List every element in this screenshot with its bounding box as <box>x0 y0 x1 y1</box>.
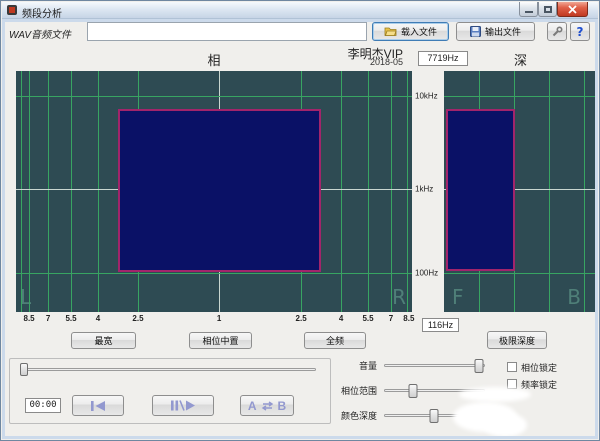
white-smudge <box>459 387 531 402</box>
gridline-vertical <box>29 71 30 312</box>
checkbox-row: 相位锁定 <box>507 361 557 373</box>
x-ticks: 8.5 7 5.5 4 2.5 1 2.5 4 5.5 7 8.5 <box>16 314 412 324</box>
frequency-lock-label: 频率锁定 <box>521 378 557 391</box>
app-window: 频段分析 WAV音频文件 载入文件 输出文件 ? 相 深 李明杰VIP 2018… <box>0 0 600 441</box>
output-file-label: 输出文件 <box>485 25 521 38</box>
frequency-axis-label: 10kHz <box>415 92 438 101</box>
gridline-vertical <box>391 71 392 312</box>
gridline-vertical <box>48 71 49 312</box>
player-panel: 00:00 A B <box>9 358 331 424</box>
ab-loop-b-label: B <box>278 399 287 413</box>
wav-file-input[interactable] <box>87 22 367 41</box>
gridline-vertical <box>584 71 585 312</box>
volume-slider-label: 音量 <box>331 359 377 372</box>
seek-slider[interactable] <box>20 368 316 371</box>
load-file-button[interactable]: 载入文件 <box>372 22 449 41</box>
ab-loop-button[interactable]: A B <box>240 395 294 416</box>
seek-slider-thumb[interactable] <box>20 363 28 376</box>
skip-to-start-button[interactable] <box>72 395 124 416</box>
right-chart[interactable]: F B <box>444 71 597 312</box>
close-icon <box>568 5 577 14</box>
phase-lock-checkbox[interactable] <box>507 362 517 372</box>
x-tick-label: 4 <box>339 314 343 323</box>
phase-range-slider-thumb[interactable] <box>408 384 417 398</box>
gridline-vertical <box>368 71 369 312</box>
x-tick-label: 1 <box>217 314 221 323</box>
limit-depth-button[interactable]: 极限深度 <box>487 331 547 349</box>
frequency-axis: 10kHz 1kHz 100Hz <box>413 71 443 312</box>
settings-button[interactable] <box>547 22 567 41</box>
full-band-button[interactable]: 全频 <box>304 332 366 349</box>
pause-play-icon <box>170 399 196 412</box>
selection-rectangle[interactable] <box>446 109 515 271</box>
phase-center-button[interactable]: 相位中置 <box>189 332 252 349</box>
version-date: 2018-05 <box>301 57 403 67</box>
widest-button[interactable]: 最宽 <box>71 332 136 349</box>
close-button[interactable] <box>557 2 588 17</box>
save-icon <box>470 26 481 37</box>
wav-file-label: WAV音频文件 <box>9 26 71 41</box>
gridline-horizontal <box>444 96 597 97</box>
gridline-vertical <box>21 71 22 312</box>
time-display: 00:00 <box>25 398 61 413</box>
minimize-button[interactable] <box>519 2 538 17</box>
folder-open-icon <box>384 26 397 37</box>
x-tick-label: 8.5 <box>403 314 414 323</box>
gridline-vertical <box>407 71 408 312</box>
x-tick-label: 4 <box>96 314 100 323</box>
corner-label-right: R <box>392 285 406 309</box>
x-tick-label: 5.5 <box>65 314 76 323</box>
slider-row: 音量 <box>331 357 487 373</box>
wrench-icon <box>551 26 563 38</box>
volume-slider[interactable] <box>384 364 485 367</box>
color-depth-slider-thumb[interactable] <box>429 409 438 423</box>
gridline-horizontal <box>16 273 412 274</box>
upper-frequency-readout: 7719Hz <box>418 51 468 66</box>
window-title: 频段分析 <box>22 5 62 20</box>
gridline-horizontal <box>444 273 597 274</box>
help-icon: ? <box>577 25 584 39</box>
phase-range-slider-label: 相位范围 <box>331 384 377 397</box>
x-tick-label: 5.5 <box>362 314 373 323</box>
corner-label-front: F <box>452 285 464 309</box>
title-bar[interactable]: 频段分析 <box>2 2 598 19</box>
lower-frequency-readout: 116Hz <box>422 318 459 332</box>
skip-to-start-icon <box>90 400 107 412</box>
phase-lock-label: 相位锁定 <box>521 361 557 374</box>
x-tick-label: 7 <box>46 314 50 323</box>
x-tick-label: 2.5 <box>132 314 143 323</box>
left-chart[interactable]: L R <box>16 71 412 312</box>
help-button[interactable]: ? <box>570 22 590 41</box>
frequency-axis-label: 100Hz <box>415 268 438 277</box>
maximize-icon <box>544 6 552 13</box>
output-file-button[interactable]: 输出文件 <box>456 22 535 41</box>
x-tick-label: 2.5 <box>296 314 307 323</box>
minimize-icon <box>525 11 533 13</box>
gridline-vertical <box>71 71 72 312</box>
gridline-horizontal <box>16 96 412 97</box>
gridline-vertical <box>98 71 99 312</box>
volume-slider-thumb[interactable] <box>475 359 484 373</box>
gridline-vertical <box>341 71 342 312</box>
x-tick-label: 8.5 <box>24 314 35 323</box>
play-pause-button[interactable] <box>152 395 214 416</box>
white-smudge <box>483 413 527 437</box>
color-depth-slider-label: 颜色深度 <box>331 409 377 422</box>
corner-label-back: B <box>567 285 581 309</box>
ab-loop-a-label: A <box>248 399 257 413</box>
gridline-vertical <box>549 71 550 312</box>
loop-arrows-icon <box>261 401 274 411</box>
frequency-axis-label: 1kHz <box>415 185 433 194</box>
app-icon <box>6 4 18 18</box>
load-file-label: 载入文件 <box>401 25 437 38</box>
x-tick-label: 7 <box>389 314 393 323</box>
selection-rectangle[interactable] <box>118 109 321 272</box>
maximize-button[interactable] <box>538 2 557 17</box>
